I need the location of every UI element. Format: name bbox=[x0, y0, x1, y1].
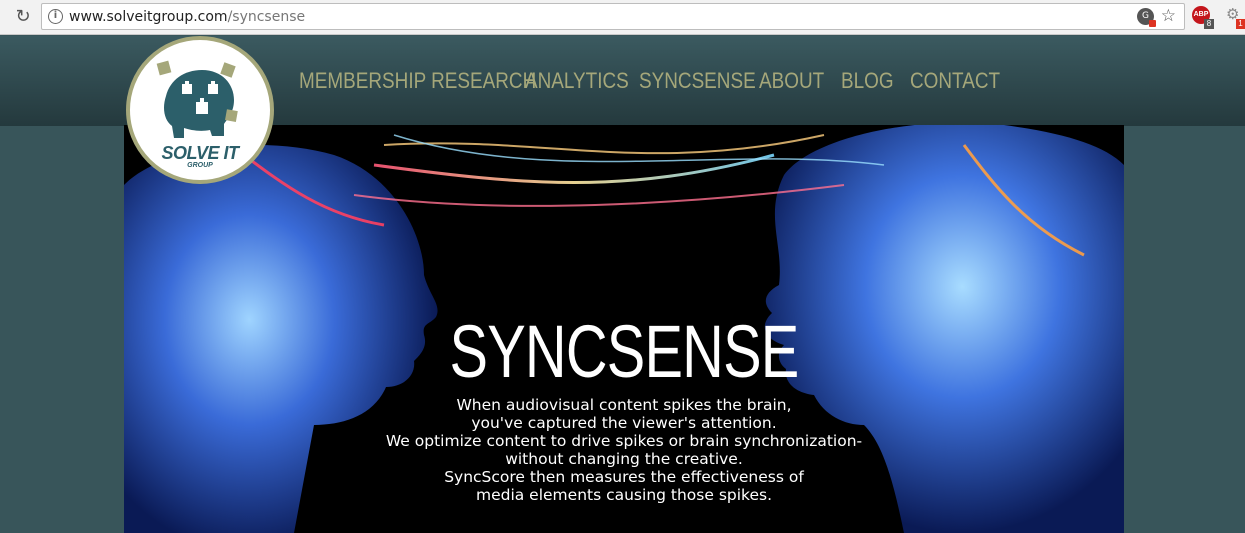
site-logo[interactable]: SOLVE IT GROUP bbox=[126, 36, 274, 184]
logo-name: SOLVE IT bbox=[161, 143, 239, 163]
hero-content: SYNCSENSE When audiovisual content spike… bbox=[124, 125, 1124, 533]
reload-icon[interactable]: ↻ bbox=[12, 6, 34, 28]
url-path: /syncsense bbox=[227, 9, 306, 25]
hero-line: media elements causing those spikes. bbox=[475, 486, 773, 504]
hero-description: When audiovisual content spikes the brai… bbox=[124, 396, 1124, 504]
nav-membership-research[interactable]: MEMBERSHIP RESEARCH bbox=[299, 68, 536, 98]
url-text[interactable]: www.solveitgroup.com/syncsense bbox=[69, 9, 305, 25]
hero-line: When audiovisual content spikes the brai… bbox=[456, 396, 792, 414]
extension-count-badge: 1 bbox=[1236, 19, 1245, 29]
hero-line: you've captured the viewer's attention. bbox=[471, 414, 777, 432]
adblock-count-badge: 8 bbox=[1204, 19, 1214, 29]
hero-line: We optimize content to drive spikes or b… bbox=[385, 432, 863, 450]
info-icon[interactable]: i bbox=[48, 9, 63, 24]
hero-banner: SYNCSENSE When audiovisual content spike… bbox=[124, 125, 1124, 533]
url-domain: www.solveitgroup.com bbox=[69, 9, 228, 25]
logo-tagline: GROUP bbox=[187, 162, 213, 169]
hero-title: SYNCSENSE bbox=[449, 310, 799, 393]
translate-icon[interactable]: G bbox=[1137, 8, 1156, 27]
nav-contact[interactable]: CONTACT bbox=[910, 68, 1000, 98]
browser-toolbar: ↻ i www.solveitgroup.com/syncsense G ☆ A… bbox=[0, 0, 1245, 35]
main-nav: MEMBERSHIP RESEARCH ANALYTICS SYNCSENSE … bbox=[299, 68, 1006, 98]
address-bar[interactable]: i www.solveitgroup.com/syncsense G ☆ bbox=[41, 3, 1185, 30]
hero-line: without changing the creative. bbox=[505, 450, 743, 468]
nav-blog[interactable]: BLOG bbox=[841, 68, 904, 98]
bookmark-star-icon[interactable]: ☆ bbox=[1161, 6, 1176, 26]
nav-analytics[interactable]: ANALYTICS bbox=[525, 68, 629, 98]
hero-line: SyncScore then measures the effectivenes… bbox=[444, 468, 804, 486]
nav-syncsense[interactable]: SYNCSENSE bbox=[639, 68, 756, 98]
nav-about[interactable]: ABOUT bbox=[759, 68, 833, 98]
